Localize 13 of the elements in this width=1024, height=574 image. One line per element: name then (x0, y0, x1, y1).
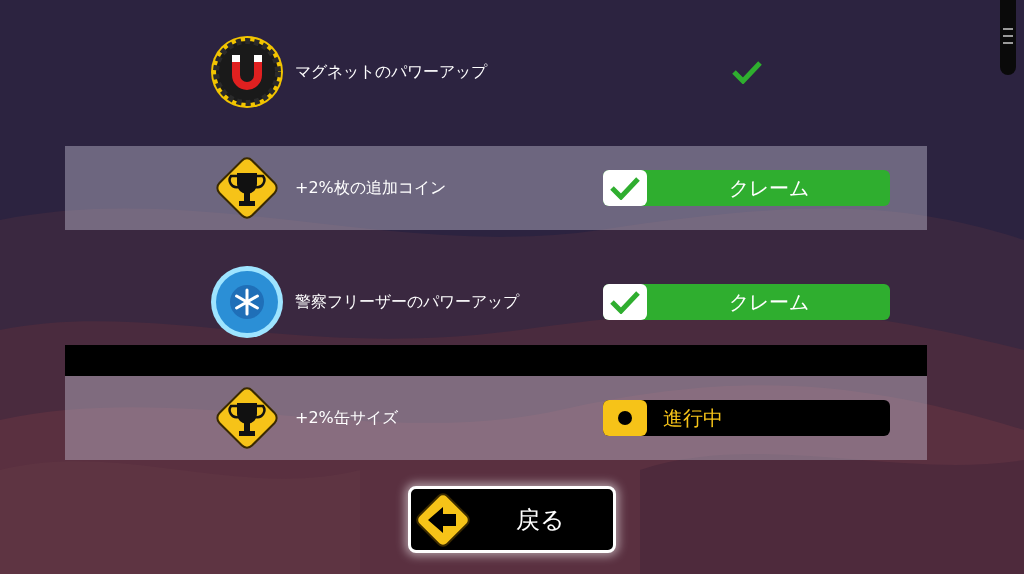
progress-button[interactable]: 進行中 (603, 400, 890, 436)
scroll-handle[interactable] (1000, 0, 1016, 75)
check-icon (731, 60, 762, 84)
check-icon (610, 290, 640, 314)
check-icon (610, 176, 640, 200)
reward-label: マグネットのパワーアップ (294, 62, 489, 83)
snowflake-icon (210, 265, 284, 339)
reward-label: 警察フリーザーのパワーアップ (294, 292, 521, 313)
magnet-icon (210, 35, 284, 109)
reward-label: +2%枚の追加コイン (294, 177, 447, 199)
reward-label: +2%缶サイズ (294, 407, 399, 429)
dot-icon (617, 410, 633, 426)
back-button[interactable]: 戻る (408, 486, 616, 553)
